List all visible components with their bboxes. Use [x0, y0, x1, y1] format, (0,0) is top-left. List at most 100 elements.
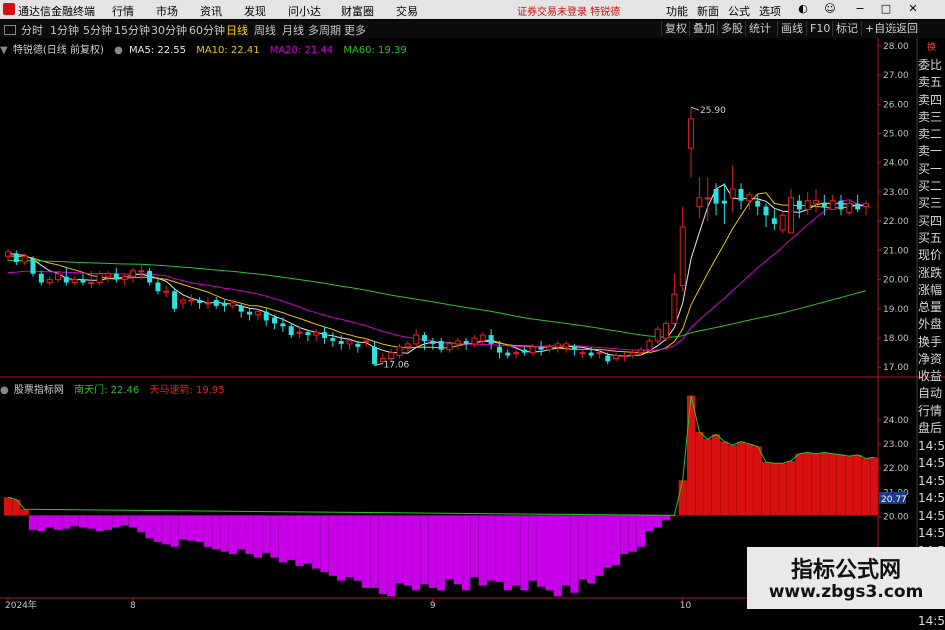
- candle-body: [264, 312, 269, 321]
- candle-body: [314, 332, 319, 335]
- ma20-line: [8, 200, 866, 351]
- stock-name-label: 特锐德(日线 前复权): [13, 45, 104, 56]
- candle-body: [505, 353, 510, 356]
- candle-body: [222, 303, 227, 306]
- candle-body: [197, 300, 202, 303]
- panel-row-label: 涨幅: [918, 282, 945, 299]
- indicator-bar: [462, 515, 470, 590]
- candle-body: [555, 344, 560, 347]
- candle-body: [280, 323, 285, 326]
- candle-body: [863, 204, 868, 207]
- candle-body: [180, 300, 185, 303]
- panel-row-label: 现价: [918, 247, 945, 264]
- candle-body: [797, 201, 802, 210]
- indicator-bar: [537, 515, 545, 586]
- indicator-bar: [645, 515, 653, 531]
- y-tick-label: 26.00: [883, 100, 909, 110]
- indicator-bar: [837, 455, 845, 515]
- candle-body: [347, 341, 352, 344]
- candle-body: [830, 201, 835, 210]
- series-nantianmen-label: 南天门: 22.46: [74, 385, 139, 396]
- candle-body: [855, 204, 860, 210]
- indicator-bar: [737, 442, 745, 516]
- panel-row-label: 总量: [918, 299, 945, 316]
- indicator-bar: [171, 515, 179, 546]
- y-tick-label: 18.00: [883, 334, 909, 344]
- candle-body: [480, 335, 485, 341]
- y-tick-label: 23.00: [883, 440, 909, 450]
- y-tick-label: 27.00: [883, 71, 909, 81]
- indicator-bar: [237, 515, 245, 549]
- ma60-line: [8, 260, 866, 337]
- indicator-bar: [779, 463, 787, 515]
- indicator-bar: [612, 515, 620, 565]
- candle-body: [297, 332, 302, 333]
- candle-body: [422, 335, 427, 341]
- indicator-bar: [4, 497, 12, 515]
- candle-body: [205, 303, 210, 304]
- indicator-bar: [845, 456, 853, 515]
- panel-row-label: 收益: [918, 368, 945, 385]
- candle-body: [89, 283, 94, 284]
- series-tianma-label: 天马速箭: 19.95: [149, 385, 224, 396]
- watermark-url: www.zbgs3.com: [747, 582, 945, 602]
- indicator-bar: [487, 515, 495, 580]
- y-tick-label: 17.00: [883, 363, 909, 373]
- panel-row-label: 外盘: [918, 316, 945, 333]
- candle-body: [489, 335, 494, 344]
- panel2-row-label: 14:50: [918, 490, 945, 508]
- panel-toggle-label[interactable]: 换: [918, 40, 945, 57]
- chart-canvas[interactable]: 28.0027.0026.0025.0024.0023.0022.0021.00…: [0, 0, 945, 609]
- candle-body: [72, 280, 77, 283]
- candle-body: [530, 347, 535, 353]
- legend-options-icon[interactable]: ●: [114, 45, 123, 56]
- indicator-bar: [762, 462, 770, 515]
- indicator-bar: [54, 515, 62, 530]
- candle-body: [839, 201, 844, 210]
- indicator-bar: [512, 515, 520, 585]
- low-price-label: 17.06: [384, 360, 410, 370]
- indicator-bar: [12, 500, 20, 516]
- indicator-bar: [195, 515, 203, 542]
- candle-body: [80, 280, 85, 283]
- candle-body: [847, 204, 852, 213]
- indicator-bar: [320, 515, 328, 572]
- legend-menu-icon[interactable]: ▼: [0, 45, 8, 56]
- y-tick-label: 22.00: [883, 217, 909, 227]
- indicator-bar: [520, 515, 528, 590]
- indicator-bar: [21, 509, 29, 515]
- candle-body: [405, 344, 410, 347]
- indicator-bar: [812, 454, 820, 516]
- panel-row-label: 卖五: [918, 74, 945, 91]
- candle-body: [164, 291, 169, 292]
- candle-body: [64, 277, 69, 283]
- indicator-bar: [620, 515, 628, 554]
- candle-body: [730, 189, 735, 198]
- quote-side-panel: 换 委比卖五卖四卖三卖二卖一买一买二买三买四买五现价涨跌涨幅总量外盘换手净资收益: [918, 40, 945, 386]
- indicator-bar: [545, 515, 553, 590]
- y-tick-label: 20.00: [883, 513, 909, 523]
- indicator-bar: [770, 463, 778, 515]
- candle-body: [572, 347, 577, 350]
- ma5-line: [8, 184, 866, 356]
- candle-body: [455, 341, 460, 344]
- candle-body: [755, 201, 760, 207]
- legend-options-icon[interactable]: ●: [0, 385, 9, 396]
- panel-row-label: 净资: [918, 351, 945, 368]
- candle-body: [22, 256, 27, 262]
- panel-row-label: 卖二: [918, 126, 945, 143]
- candle-body: [697, 198, 702, 207]
- candle-body: [547, 347, 552, 350]
- panel-row-label: 委比: [918, 57, 945, 74]
- indicator-bar: [304, 515, 312, 563]
- y-tick-label: 25.00: [883, 129, 909, 139]
- candle-body: [764, 207, 769, 216]
- panel2-row-label: 14:50: [918, 613, 945, 630]
- candle-body: [714, 189, 719, 204]
- indicator-bar: [804, 452, 812, 515]
- indicator-bar: [595, 515, 603, 575]
- indicator-bar: [787, 461, 795, 515]
- candle-body: [322, 332, 327, 338]
- indicator-bar: [504, 515, 512, 590]
- indicator-bar: [112, 515, 120, 527]
